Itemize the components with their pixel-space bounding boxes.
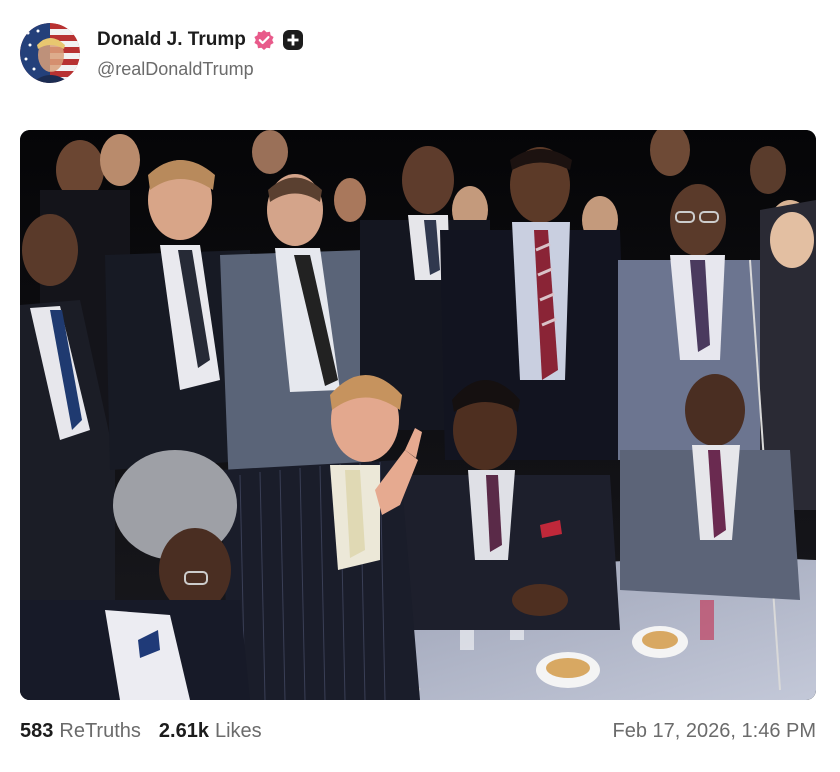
retruths-stat[interactable]: 583 ReTruths <box>20 720 141 743</box>
author-display-name[interactable]: Donald J. Trump <box>97 29 246 51</box>
author-avatar[interactable] <box>20 23 80 83</box>
plus-badge-icon <box>282 29 304 51</box>
post-footer: 583 ReTruths 2.61k Likes Feb 17, 2026, 1… <box>20 716 816 746</box>
truth-post: Donald J. Trump @realDonaldTrump 583 ReT… <box>0 0 840 772</box>
likes-label: Likes <box>214 719 262 742</box>
likes-stat[interactable]: 2.61k Likes <box>159 720 262 743</box>
retruths-label: ReTruths <box>59 719 141 742</box>
verified-badge-icon <box>253 29 275 51</box>
post-stats: 583 ReTruths 2.61k Likes <box>20 720 280 743</box>
likes-count: 2.61k <box>158 719 209 742</box>
retruths-count: 583 <box>20 719 54 742</box>
post-photo[interactable] <box>20 130 816 700</box>
post-timestamp[interactable]: Feb 17, 2026, 1:46 PM <box>613 720 816 743</box>
name-row: Donald J. Trump <box>97 27 304 53</box>
author-handle[interactable]: @realDonaldTrump <box>97 59 304 80</box>
author-names: Donald J. Trump @realDonaldTrump <box>97 27 304 80</box>
post-header: Donald J. Trump @realDonaldTrump <box>20 22 304 84</box>
